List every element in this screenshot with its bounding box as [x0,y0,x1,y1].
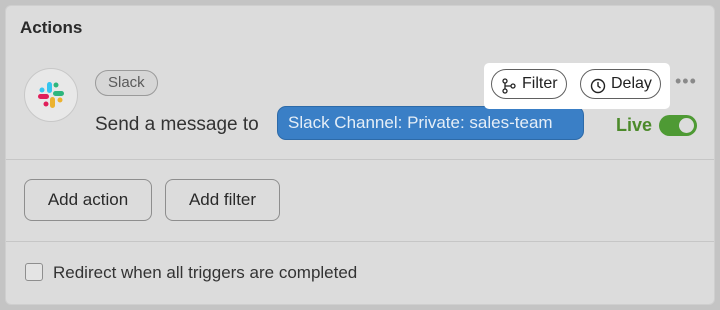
delay-button-label: Delay [611,75,652,92]
actions-panel: Actions Slack Send a message to Slack Ch… [5,5,715,305]
filter-button-label: Filter [522,75,558,92]
filter-button[interactable]: Filter [491,69,567,99]
slack-logo-icon [24,68,78,122]
clock-icon [590,76,606,104]
toggle-knob [679,118,694,133]
add-filter-button[interactable]: Add filter [165,179,280,221]
redirect-checkbox-label: Redirect when all triggers are completed [53,263,358,282]
app-badge: Slack [95,70,158,96]
action-description: Send a message to [95,114,259,135]
branch-icon [501,76,517,104]
add-action-button[interactable]: Add action [24,179,152,221]
channel-pill[interactable]: Slack Channel: Private: sales-team [277,106,584,140]
live-toggle[interactable] [659,115,697,136]
redirect-checkbox[interactable] [25,263,43,281]
more-horizontal-icon[interactable]: ••• [675,72,697,90]
divider [6,159,714,160]
section-title: Actions [20,18,83,37]
delay-button[interactable]: Delay [580,69,661,99]
live-status-label: Live [616,115,653,135]
divider [6,241,714,242]
